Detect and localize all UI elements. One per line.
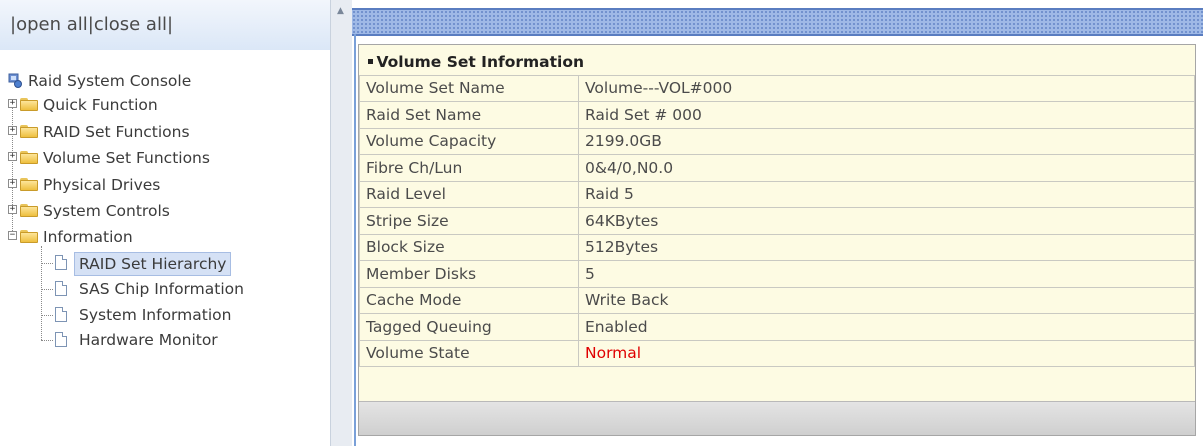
tree-connector xyxy=(41,263,53,264)
bullet-icon xyxy=(367,58,373,64)
expand-icon[interactable]: + xyxy=(8,99,17,108)
table-row: Tagged Queuing Enabled xyxy=(359,313,1195,341)
field-value: Raid Set # 000 xyxy=(578,101,1195,129)
expand-icon[interactable]: + xyxy=(8,152,17,161)
folder-icon xyxy=(20,178,38,191)
tree-item-label: RAID Set Hierarchy xyxy=(74,252,232,276)
field-value: Raid 5 xyxy=(578,180,1195,208)
scroll-up-icon[interactable]: ▲ xyxy=(337,6,344,16)
table-header-row: Volume Set Information xyxy=(359,49,1195,76)
panel-title: Volume Set Information xyxy=(359,49,1195,76)
field-label: Raid Level xyxy=(359,180,579,208)
tree-controls: |open all|close all| xyxy=(10,14,173,35)
expand-icon[interactable]: + xyxy=(8,126,17,135)
document-icon xyxy=(55,307,67,322)
field-value: 2199.0GB xyxy=(578,127,1195,155)
main-frame: Volume Set Information Volume Set Name V… xyxy=(352,0,1203,446)
header-bar xyxy=(352,8,1203,36)
field-label: Member Disks xyxy=(359,260,579,288)
navigation-frame: |open all|close all| Raid System Console… xyxy=(0,0,330,446)
tree-folder-label: Information xyxy=(43,228,133,246)
table-row: Stripe Size 64KBytes xyxy=(359,207,1195,235)
tree-connector xyxy=(41,246,42,340)
document-icon xyxy=(55,332,67,347)
tree-item-label: System Information xyxy=(79,306,232,324)
table-row: Cache Mode Write Back xyxy=(359,286,1195,314)
field-label: Volume Set Name xyxy=(359,74,579,102)
console-icon xyxy=(8,73,22,88)
field-value: 512Bytes xyxy=(578,233,1195,261)
tree-connector xyxy=(12,104,13,237)
panel-footer xyxy=(359,401,1195,435)
field-label: Tagged Queuing xyxy=(359,313,579,341)
tree-item-label: SAS Chip Information xyxy=(79,280,244,298)
field-value: 5 xyxy=(578,260,1195,288)
field-label: Stripe Size xyxy=(359,207,579,235)
field-value: 64KBytes xyxy=(578,207,1195,235)
tree-folder-label: Physical Drives xyxy=(43,176,161,194)
field-value: Enabled xyxy=(578,313,1195,341)
tree-folder-label: System Controls xyxy=(43,202,170,220)
panel-title-text: Volume Set Information xyxy=(376,52,585,71)
tree-connector xyxy=(41,289,53,290)
field-label: Cache Mode xyxy=(359,286,579,314)
expand-icon[interactable]: + xyxy=(8,179,17,188)
field-label: Volume State xyxy=(359,339,579,367)
volume-set-information-table: Volume Set Information Volume Set Name V… xyxy=(359,49,1195,367)
separator: | xyxy=(166,14,174,35)
field-label: Block Size xyxy=(359,233,579,261)
table-row: Block Size 512Bytes xyxy=(359,233,1195,261)
expand-icon[interactable]: + xyxy=(8,205,17,214)
folder-icon xyxy=(20,151,38,164)
collapse-icon[interactable]: − xyxy=(8,231,17,240)
table-row: Fibre Ch/Lun 0&4/0,N0.0 xyxy=(359,154,1195,182)
tree-folder-label: RAID Set Functions xyxy=(43,123,190,141)
table-row: Volume State Normal xyxy=(359,339,1195,367)
tree-folder-label: Volume Set Functions xyxy=(43,149,210,167)
tree-connector xyxy=(41,315,53,316)
tree-root-label: Raid System Console xyxy=(28,72,192,90)
volume-set-information-panel: Volume Set Information Volume Set Name V… xyxy=(358,44,1196,436)
open-folder-icon xyxy=(20,230,38,243)
field-value: 0&4/0,N0.0 xyxy=(578,154,1195,182)
table-row: Member Disks 5 xyxy=(359,260,1195,288)
tree-item-label: Hardware Monitor xyxy=(79,331,218,349)
table-row: Raid Level Raid 5 xyxy=(359,180,1195,208)
tree-connector xyxy=(41,340,53,341)
close-all-link[interactable]: close all xyxy=(94,14,167,35)
folder-icon xyxy=(20,98,38,111)
field-label: Fibre Ch/Lun xyxy=(359,154,579,182)
field-value: Write Back xyxy=(578,286,1195,314)
nav-scrollbar[interactable]: ▲ xyxy=(330,0,353,446)
field-value: Volume---VOL#000 xyxy=(578,74,1195,102)
folder-icon xyxy=(20,125,38,138)
open-all-link[interactable]: open all xyxy=(16,14,88,35)
nav-header: |open all|close all| xyxy=(0,0,330,50)
table-row: Raid Set Name Raid Set # 000 xyxy=(359,101,1195,129)
folder-icon xyxy=(20,204,38,217)
document-icon xyxy=(55,281,67,296)
table-row: Volume Capacity 2199.0GB xyxy=(359,127,1195,155)
field-label: Volume Capacity xyxy=(359,127,579,155)
volume-state-value: Normal xyxy=(578,339,1195,367)
tree-folder-label: Quick Function xyxy=(43,96,158,114)
table-row: Volume Set Name Volume---VOL#000 xyxy=(359,74,1195,102)
field-label: Raid Set Name xyxy=(359,101,579,129)
document-icon xyxy=(55,255,67,270)
